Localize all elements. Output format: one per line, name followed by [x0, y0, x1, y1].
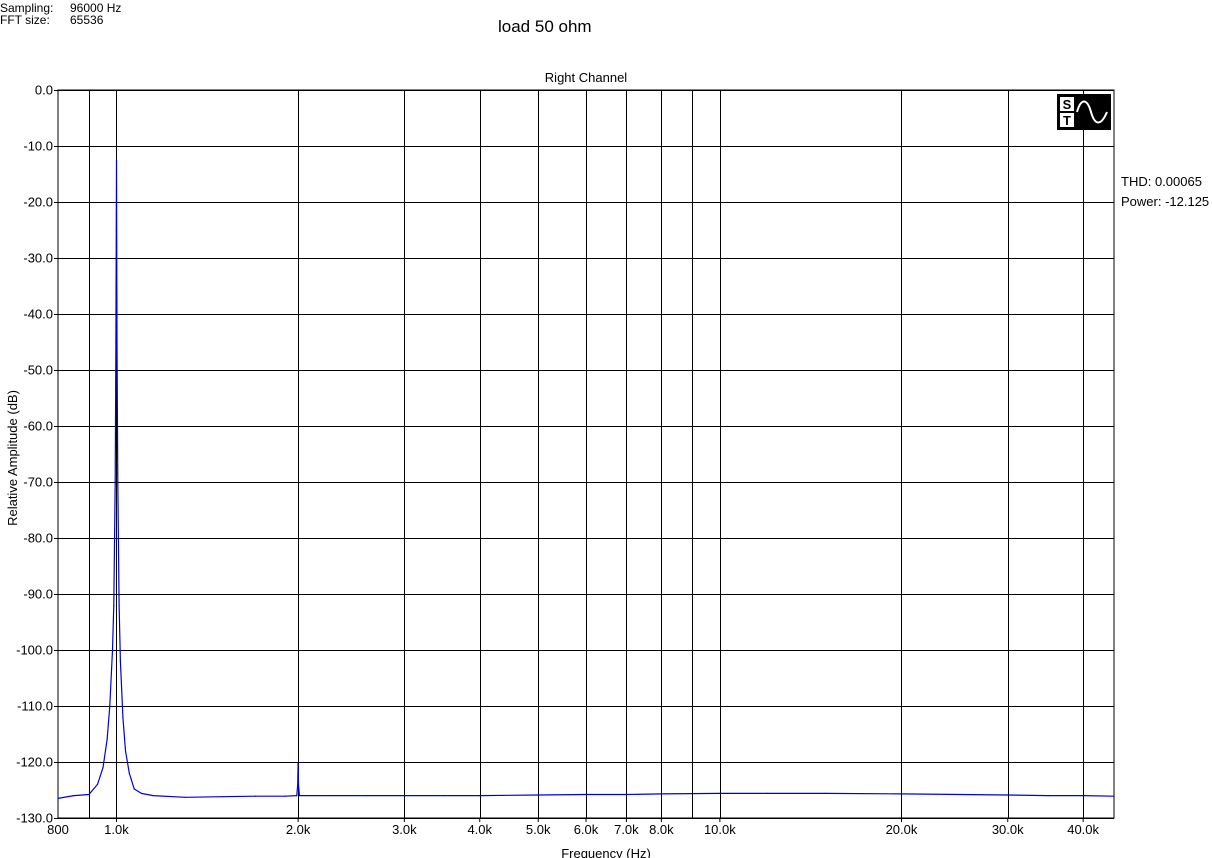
spectrum-point	[625, 793, 628, 796]
x-tick-label: 2.0k	[286, 822, 311, 837]
x-tick-labels: 1.0k 2.0k 3.0k 4.0k 5.0k 6.0k 7.0k 8.0k 10.0k 20.…	[47, 818, 1100, 837]
y-tick-labels: 0.0 -10.0 -20.0 -30.0 -40.0 -50.0 -60.0 -70.0 -8…	[16, 83, 53, 826]
spectrum-point	[152, 795, 154, 797]
x-axis-label: Frequency (Hz)	[561, 846, 651, 858]
spectrum-point	[403, 795, 405, 797]
spectrum-point	[118, 604, 120, 606]
spectrum-point	[1113, 795, 1115, 797]
y-tick-label: -80.0	[23, 531, 53, 546]
y-tick-label: -20.0	[23, 195, 53, 210]
spectrum-point	[719, 792, 721, 795]
spectrum-point	[88, 793, 90, 796]
spectrum-point	[585, 793, 587, 796]
y-axis-label: Relative Amplitude (dB)	[5, 390, 20, 526]
y-gridlines	[54, 90, 1114, 819]
spectrum-point	[117, 481, 119, 483]
spectrum-point	[298, 795, 300, 797]
spectrum-point	[660, 793, 663, 795]
x-tick-label: 20.0k	[886, 822, 918, 837]
spectrum-point	[767, 792, 769, 795]
spectrum-point	[444, 795, 446, 797]
x-tick-label: 30.0k	[992, 822, 1024, 837]
spectrum-point	[1007, 794, 1009, 796]
x-tick-label: 10.0k	[704, 822, 736, 837]
x-gridlines	[89, 90, 1084, 818]
spectrum-point	[133, 788, 135, 790]
spectrum-point	[113, 604, 115, 606]
spectrum-point	[109, 705, 111, 707]
spectrum-point	[122, 716, 124, 718]
y-tick-label: 0.0	[35, 83, 53, 98]
y-tick-label: -100.0	[16, 643, 53, 658]
spectrum-point	[297, 783, 300, 786]
y-tick-label: -30.0	[23, 251, 53, 266]
x-tick-label: 40.0k	[1067, 822, 1099, 837]
y-tick-label: -70.0	[23, 475, 53, 490]
spectrum-point	[184, 796, 186, 798]
spectrum-point	[102, 767, 104, 769]
y-tick-label: -120.0	[16, 755, 53, 770]
spectrum-point	[96, 783, 99, 786]
spectrum-point	[537, 794, 539, 796]
power-readout: Power: -12.125	[1121, 194, 1210, 209]
x-tick-label: 8.0k	[649, 822, 674, 837]
spectrum-point	[254, 795, 257, 797]
spectrum-point	[222, 796, 224, 798]
st-logo-icon: S T	[1057, 94, 1111, 130]
y-tick-label: -90.0	[23, 587, 53, 602]
spectrum-point	[114, 481, 116, 483]
spectrum-point	[296, 795, 298, 797]
spectrum-point	[111, 649, 114, 651]
spectrum-point	[1047, 795, 1049, 797]
spectrum-point	[284, 795, 286, 797]
spectrum-point	[140, 792, 142, 795]
spectrum-point	[900, 793, 903, 795]
spectrum-point	[1082, 795, 1084, 797]
spectrum-point	[119, 660, 121, 662]
spectrum-point	[959, 793, 961, 796]
spectrum-point	[124, 750, 127, 752]
x-tick-label: 4.0k	[467, 822, 492, 837]
spectrum-point	[366, 795, 368, 797]
x-tick-label: 3.0k	[392, 822, 417, 837]
chart-title: Right Channel	[545, 70, 627, 85]
spectrum-point	[106, 739, 108, 741]
y-tick-label: -10.0	[23, 139, 53, 154]
thd-readout: THD: 0.00065	[1121, 174, 1202, 189]
spectrum-point	[115, 159, 118, 161]
spectrum-point	[479, 795, 481, 797]
spectrum-point	[128, 772, 130, 774]
spectrum-point	[322, 795, 324, 797]
y-tick-label: -60.0	[23, 419, 53, 434]
spectrum-chart: 0.0 -10.0 -20.0 -30.0 -40.0 -50.0 -60.0 -70.0 -8…	[5, 70, 1115, 858]
spectrum-point	[73, 795, 75, 797]
logo-s: S	[1063, 97, 1072, 112]
logo-t: T	[1063, 113, 1071, 128]
spectrum-point	[115, 341, 117, 343]
x-min-label: 800	[47, 822, 69, 837]
spectrum-point	[57, 797, 59, 800]
x-tick-label: 5.0k	[526, 822, 551, 837]
spectrum-point	[297, 762, 299, 764]
y-tick-label: -50.0	[23, 363, 53, 378]
y-tick-label: -40.0	[23, 307, 53, 322]
x-tick-label: 1.0k	[104, 822, 129, 837]
spectrum-point	[116, 341, 118, 343]
y-tick-label: -110.0	[17, 699, 53, 714]
spectrum-point	[825, 792, 827, 795]
x-tick-label: 6.0k	[574, 822, 599, 837]
x-tick-label: 7.0k	[614, 822, 639, 837]
